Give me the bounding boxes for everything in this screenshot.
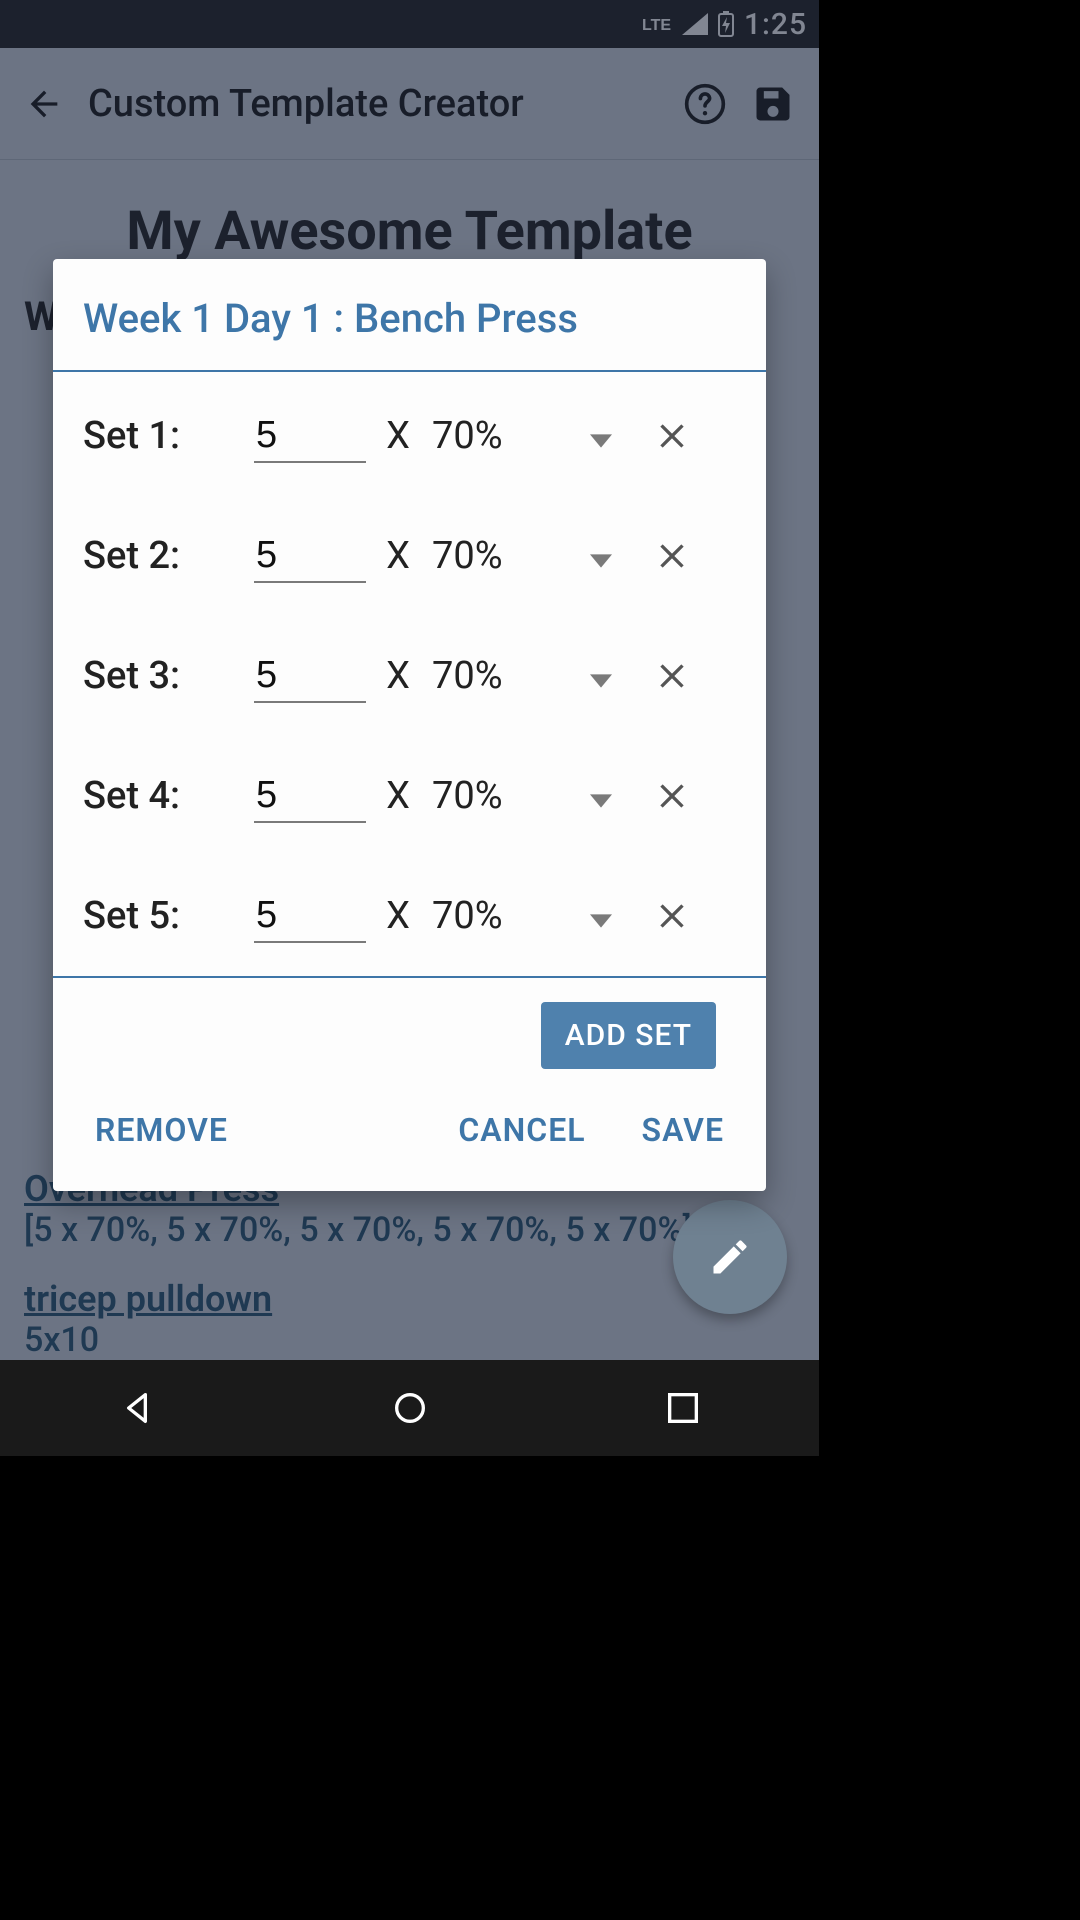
delete-set-button[interactable] — [636, 880, 708, 952]
percentage-select[interactable]: 70% — [430, 892, 620, 940]
close-icon — [652, 896, 692, 936]
nav-recents-icon — [663, 1388, 703, 1428]
remove-button[interactable]: REMOVE — [83, 1105, 240, 1155]
reps-input[interactable] — [254, 530, 366, 583]
percentage-value: 70% — [432, 534, 503, 578]
nav-back-button[interactable] — [77, 1368, 197, 1448]
chevron-down-icon — [590, 894, 612, 938]
set-row: Set 1: X 70% — [53, 372, 766, 492]
reps-input[interactable] — [254, 410, 366, 463]
percentage-value: 70% — [432, 894, 503, 938]
close-icon — [652, 536, 692, 576]
percentage-select[interactable]: 70% — [430, 652, 620, 700]
nav-home-button[interactable] — [350, 1368, 470, 1448]
chevron-down-icon — [590, 774, 612, 818]
cancel-button[interactable]: CANCEL — [446, 1105, 597, 1155]
reps-input[interactable] — [254, 650, 366, 703]
add-set-button[interactable]: ADD SET — [541, 1002, 716, 1069]
close-icon — [652, 416, 692, 456]
screen: LTE 1:25 Custom Template Creator My Awes… — [0, 0, 819, 1456]
percentage-select[interactable]: 70% — [430, 772, 620, 820]
set-row: Set 5: X 70% — [53, 852, 766, 972]
percentage-value: 70% — [432, 774, 503, 818]
dialog-title: Week 1 Day 1 : Bench Press — [53, 259, 766, 372]
edit-fab[interactable] — [673, 1200, 787, 1314]
addset-row: ADD SET — [53, 978, 766, 1075]
dialog-actions: REMOVE CANCEL SAVE — [53, 1075, 766, 1191]
nav-home-icon — [390, 1388, 430, 1428]
x-separator: X — [382, 534, 414, 578]
chevron-down-icon — [590, 654, 612, 698]
delete-set-button[interactable] — [636, 520, 708, 592]
x-separator: X — [382, 654, 414, 698]
set-row: Set 2: X 70% — [53, 492, 766, 612]
reps-input[interactable] — [254, 890, 366, 943]
x-separator: X — [382, 894, 414, 938]
percentage-select[interactable]: 70% — [430, 412, 620, 460]
reps-input[interactable] — [254, 770, 366, 823]
close-icon — [652, 776, 692, 816]
chevron-down-icon — [590, 534, 612, 578]
set-label: Set 4: — [83, 774, 238, 818]
navigation-bar — [0, 1360, 819, 1456]
delete-set-button[interactable] — [636, 400, 708, 472]
set-label: Set 3: — [83, 654, 238, 698]
set-label: Set 5: — [83, 894, 238, 938]
nav-back-icon — [117, 1388, 157, 1428]
chevron-down-icon — [590, 414, 612, 458]
close-icon — [652, 656, 692, 696]
delete-set-button[interactable] — [636, 760, 708, 832]
x-separator: X — [382, 774, 414, 818]
set-row: Set 4: X 70% — [53, 732, 766, 852]
percentage-value: 70% — [432, 414, 503, 458]
delete-set-button[interactable] — [636, 640, 708, 712]
set-row: Set 3: X 70% — [53, 612, 766, 732]
set-label: Set 1: — [83, 414, 238, 458]
nav-recents-button[interactable] — [623, 1368, 743, 1448]
percentage-value: 70% — [432, 654, 503, 698]
x-separator: X — [382, 414, 414, 458]
save-button[interactable]: SAVE — [630, 1105, 736, 1155]
set-editor-dialog: Week 1 Day 1 : Bench Press Set 1: X 70% … — [53, 259, 766, 1191]
pencil-icon — [708, 1235, 752, 1279]
percentage-select[interactable]: 70% — [430, 532, 620, 580]
set-label: Set 2: — [83, 534, 238, 578]
